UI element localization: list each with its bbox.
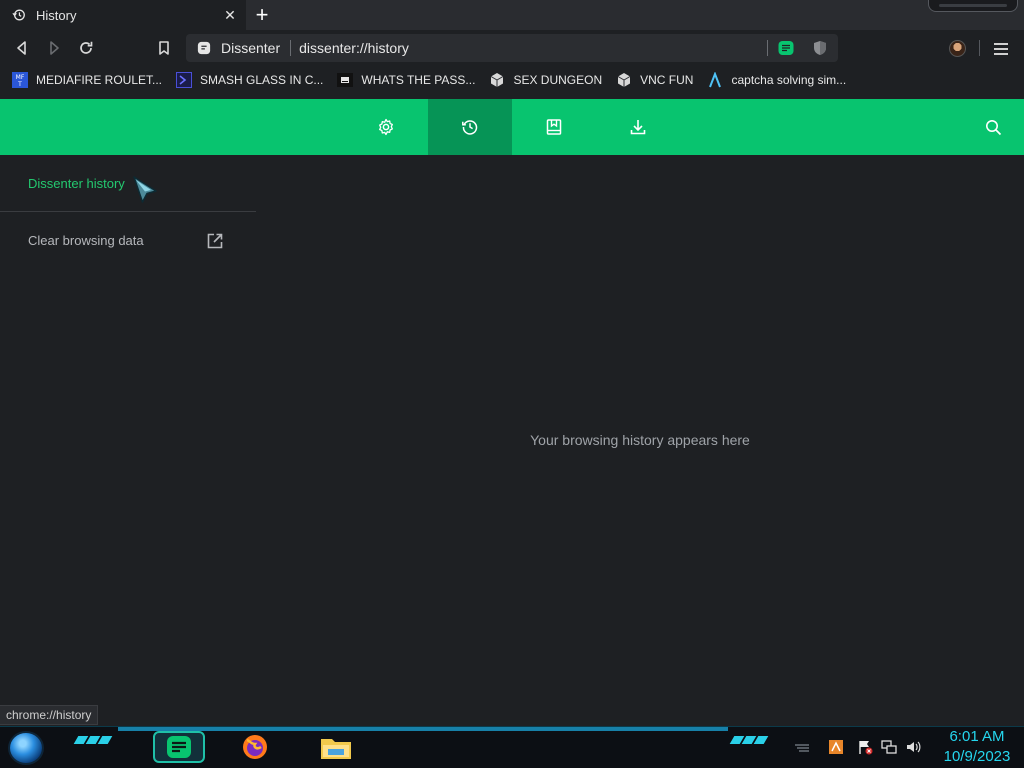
nav-history[interactable] — [428, 99, 512, 155]
dissenter-extension-icon[interactable] — [778, 40, 794, 56]
tab-strip: History ✕ + — [0, 0, 1024, 30]
bookmarks-icon — [546, 119, 562, 135]
reload-icon — [80, 41, 93, 54]
back-button[interactable] — [11, 37, 33, 59]
tab-close-icon[interactable]: ✕ — [222, 7, 238, 23]
bookmark-button[interactable] — [153, 37, 175, 59]
download-icon — [630, 120, 646, 135]
url-text[interactable]: dissenter://history — [299, 40, 409, 56]
address-bar[interactable]: Dissenter dissenter://history — [186, 34, 838, 62]
bookmark-smash-glass[interactable]: SMASH GLASS IN C... — [168, 68, 329, 92]
bookmark-label: WHATS THE PASS... — [361, 73, 476, 87]
volume-icon[interactable] — [905, 739, 921, 755]
forward-arrow-icon — [50, 41, 59, 55]
status-bubble: chrome://history — [0, 705, 99, 725]
svg-text:MF: MF — [16, 74, 25, 81]
lambda-icon — [709, 72, 722, 88]
bookmark-icon — [159, 41, 169, 55]
network-icon[interactable] — [881, 739, 897, 755]
open-external-icon — [207, 233, 223, 249]
nav-bookmarks[interactable] — [512, 99, 596, 155]
taskbar-firefox[interactable] — [229, 731, 281, 763]
clock-time: 6:01 AM — [949, 728, 1005, 745]
bookmark-label: MEDIAFIRE ROULET... — [36, 73, 163, 87]
svg-text:T: T — [17, 81, 22, 88]
dissenter-site-icon — [197, 41, 211, 55]
tab-history[interactable]: History ✕ — [0, 0, 246, 30]
history-icon — [12, 9, 25, 21]
empty-history-message: Your browsing history appears here — [530, 432, 750, 448]
window-controls[interactable] — [928, 0, 1018, 12]
mediafire-icon: MF T — [12, 72, 28, 88]
bookmark-sex-dungeon[interactable]: SEX DUNGEON — [481, 68, 608, 92]
browser-menu-button[interactable] — [994, 40, 1008, 56]
nav-downloads[interactable] — [596, 99, 680, 155]
nav-settings[interactable] — [344, 99, 428, 155]
bookmark-mediafire[interactable]: MF T MEDIAFIRE ROULET... — [0, 68, 168, 92]
back-arrow-icon — [17, 41, 26, 55]
bookmark-vnc-fun[interactable]: VNC FUN — [608, 68, 699, 92]
clock-date: 10/9/2023 — [943, 748, 1011, 765]
firefox-icon — [243, 735, 267, 759]
browser-toolbar: Dissenter dissenter://history — [0, 30, 1024, 66]
new-tab-button[interactable]: + — [252, 4, 272, 26]
search-icon — [985, 119, 1001, 135]
address-separator — [290, 40, 292, 56]
search-button[interactable] — [982, 116, 1004, 138]
sidebar-item-label: Clear browsing data — [28, 233, 144, 248]
prompt-icon — [176, 72, 193, 88]
taskbar-file-explorer[interactable] — [310, 731, 362, 763]
cube-icon — [491, 73, 504, 87]
bookmark-whats-the-pass[interactable]: WHATS THE PASS... — [329, 68, 481, 92]
cube-icon — [617, 73, 631, 87]
bookmark-label: SMASH GLASS IN C... — [200, 73, 324, 87]
dissenter-app-icon — [167, 736, 191, 758]
taskbar-clock[interactable]: 6:01 AM 10/9/2023 — [934, 727, 1020, 767]
sidebar-divider — [0, 211, 256, 212]
taskbar-glow — [118, 727, 728, 731]
shield-icon[interactable] — [812, 40, 828, 56]
taskbar-decoration — [73, 736, 113, 748]
start-button[interactable] — [8, 731, 44, 765]
action-center-flag-icon[interactable] — [857, 739, 873, 755]
profile-avatar[interactable] — [949, 40, 966, 57]
show-desktop-icon[interactable] — [794, 739, 810, 755]
bookmark-captcha[interactable]: captcha solving sim... — [699, 68, 852, 92]
reload-button[interactable] — [75, 37, 97, 59]
terminal-icon — [337, 73, 354, 87]
toolbar-divider — [979, 40, 980, 56]
bookmark-label: captcha solving sim... — [731, 73, 847, 87]
folder-icon — [321, 739, 351, 759]
app-tray-icon[interactable] — [828, 739, 844, 755]
site-name: Dissenter — [221, 40, 281, 56]
bookmarks-bar: MF T MEDIAFIRE ROULET... SMASH GLASS IN … — [0, 66, 1024, 94]
dissenter-header — [0, 99, 1024, 155]
gear-icon — [379, 118, 393, 136]
sidebar-item-clear-browsing-data[interactable]: Clear browsing data — [28, 233, 224, 251]
taskbar-decoration — [729, 736, 769, 748]
tab-title: History — [36, 7, 77, 23]
bookmark-label: VNC FUN — [640, 73, 694, 87]
taskbar-dissenter[interactable] — [153, 731, 205, 763]
bookmark-label: SEX DUNGEON — [513, 73, 603, 87]
history-icon — [462, 120, 478, 135]
history-sidebar: Dissenter history Clear browsing data — [0, 155, 256, 715]
extension-separator — [767, 40, 768, 56]
sidebar-item-dissenter-history[interactable]: Dissenter history — [28, 176, 125, 191]
forward-button[interactable] — [43, 37, 65, 59]
mouse-cursor-icon — [133, 176, 157, 203]
